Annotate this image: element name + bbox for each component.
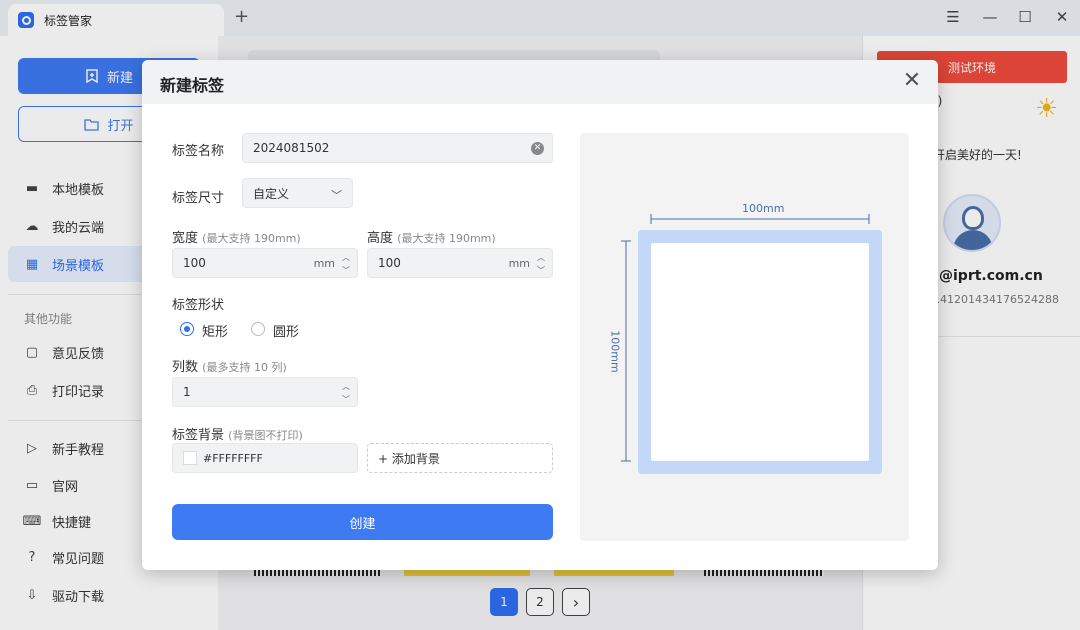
shape-label: 标签形状 [172, 298, 225, 313]
label-preview: 100mm 100mm [580, 133, 909, 541]
height-stepper[interactable]: ︿ ﹀ [536, 252, 546, 276]
dialog-title: 新建标签 [160, 76, 225, 95]
background-hint: (背景图不打印) [228, 429, 303, 442]
preview-canvas [621, 214, 882, 474]
stepper-down-icon[interactable]: ﹀ [537, 265, 545, 276]
columns-input[interactable]: 1 ︿ ﹀ [172, 377, 358, 407]
preview-width-text: 100mm [742, 202, 785, 215]
columns-value: 1 [183, 385, 191, 399]
stepper-up-icon[interactable]: ︿ [537, 252, 545, 263]
chevron-down-icon: ﹀ [331, 189, 342, 202]
width-label: 宽度 (最大支持 190mm) [172, 227, 301, 246]
label-name-value: 2024081502 [253, 141, 330, 155]
height-value: 100 [378, 256, 401, 270]
label-name-label: 标签名称 [172, 144, 225, 159]
label-surface [651, 243, 869, 461]
label-size-label: 标签尺寸 [172, 191, 225, 206]
background-label: 标签背景 (背景图不打印) [172, 424, 303, 443]
add-background-button[interactable]: + 添加背景 [367, 443, 553, 473]
clear-icon[interactable]: ✕ [531, 142, 544, 155]
label-name-input[interactable]: 2024081502 ✕ [242, 133, 553, 163]
width-input[interactable]: 100 mm ︿ ﹀ [172, 248, 358, 278]
height-input[interactable]: 100 mm ︿ ﹀ [367, 248, 553, 278]
shape-option-rectangle[interactable]: 矩形 [202, 321, 228, 340]
width-value: 100 [183, 256, 206, 270]
dialog-header: 新建标签 ✕ [142, 60, 938, 104]
stepper-down-icon[interactable]: ﹀ [342, 394, 350, 405]
height-label-text: 高度 [367, 231, 394, 246]
preview-height-text: 100mm [608, 330, 622, 373]
background-color-input[interactable]: #FFFFFFFF [172, 443, 358, 473]
stepper-up-icon[interactable]: ︿ [342, 252, 350, 263]
width-unit: mm [313, 257, 335, 270]
background-label-text: 标签背景 [172, 428, 225, 443]
color-swatch[interactable] [183, 451, 197, 465]
columns-label-text: 列数 [172, 360, 199, 375]
shape-radio-rectangle[interactable] [180, 322, 194, 336]
shape-radio-circle[interactable] [251, 322, 265, 336]
height-hint: (最大支持 190mm) [397, 232, 496, 245]
width-label-text: 宽度 [172, 231, 199, 246]
stepper-down-icon[interactable]: ﹀ [342, 265, 350, 276]
columns-label: 列数 (最多支持 10 列) [172, 356, 287, 375]
height-label: 高度 (最大支持 190mm) [367, 227, 496, 246]
columns-stepper[interactable]: ︿ ﹀ [341, 381, 351, 405]
stepper-up-icon[interactable]: ︿ [342, 381, 350, 392]
height-unit: mm [508, 257, 530, 270]
background-color-value: #FFFFFFFF [203, 451, 263, 465]
width-stepper[interactable]: ︿ ﹀ [341, 252, 351, 276]
label-size-select[interactable]: 自定义 ﹀ [242, 178, 353, 208]
label-size-value: 自定义 [253, 186, 290, 201]
new-label-dialog: 新建标签 ✕ 标签名称 2024081502 ✕ 标签尺寸 自定义 ﹀ 宽度 (… [142, 60, 938, 570]
width-hint: (最大支持 190mm) [202, 232, 301, 245]
create-button[interactable]: 创建 [172, 504, 553, 540]
columns-hint: (最多支持 10 列) [202, 361, 287, 374]
close-icon[interactable]: ✕ [900, 68, 924, 93]
shape-option-circle[interactable]: 圆形 [273, 321, 299, 340]
